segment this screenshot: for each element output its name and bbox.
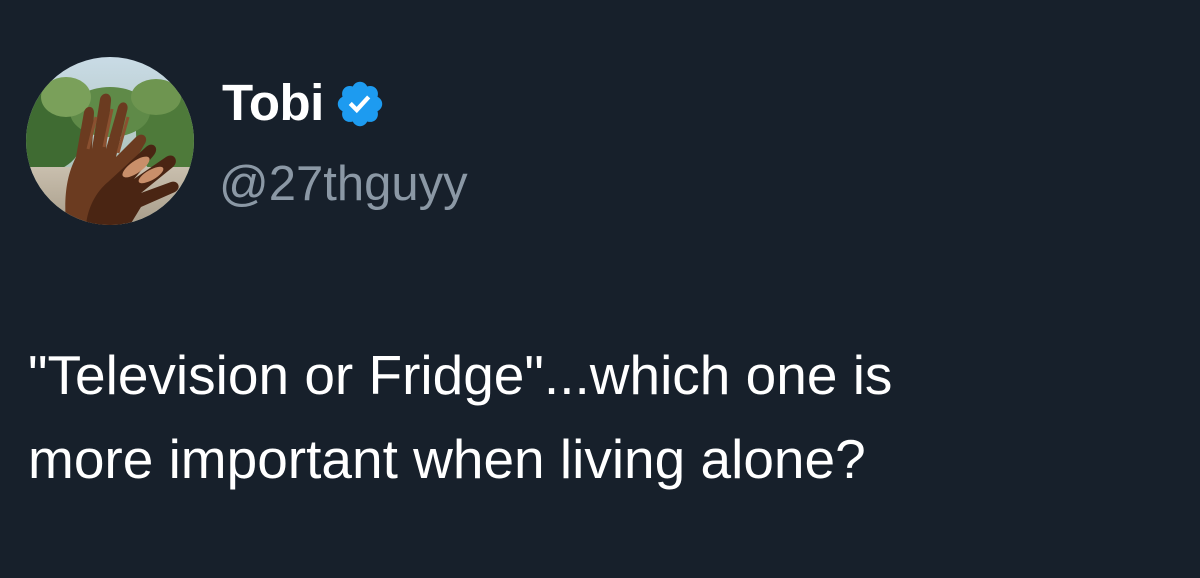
tweet-card: Tobi @27thguyy "Television or Fridge"...… — [0, 0, 1200, 578]
tweet-text: "Television or Fridge"...which one is mo… — [28, 344, 893, 490]
author-name-row: Tobi — [222, 72, 386, 132]
author-handle[interactable]: @27thguyy — [219, 156, 468, 212]
avatar-photo — [26, 57, 194, 225]
author-display-name[interactable]: Tobi — [222, 73, 324, 132]
verified-badge-icon[interactable] — [334, 78, 386, 130]
avatar[interactable] — [26, 57, 194, 225]
